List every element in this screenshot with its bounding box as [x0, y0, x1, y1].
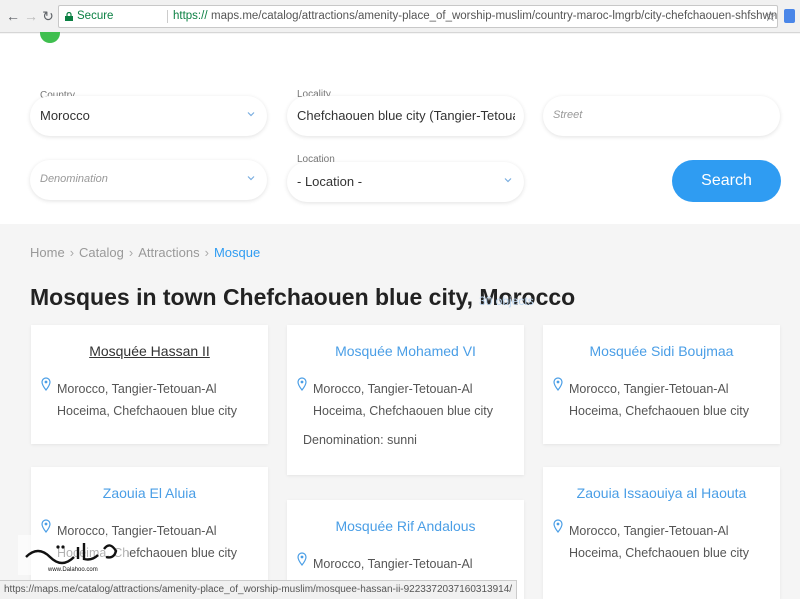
country-value: Morocco: [40, 108, 90, 123]
card-title-link[interactable]: Mosquée Mohamed VI: [287, 343, 524, 359]
watermark-text: www.Dalahoo.com: [47, 567, 98, 573]
card-denomination: Denomination: sunni: [303, 433, 417, 447]
card-address: Morocco, Tangier-Tetouan-Al Hoceima, Che…: [569, 382, 749, 418]
watermark-logo: www.Dalahoo.com: [18, 535, 128, 575]
location-pin-icon: [553, 377, 563, 391]
secure-label: Secure: [77, 10, 114, 22]
url-divider: [167, 10, 168, 23]
street-input[interactable]: Street: [543, 96, 780, 136]
lock-icon: [65, 12, 73, 21]
card-title-link[interactable]: Zaouia El Aluia: [31, 485, 268, 501]
chevron-right-icon: ›: [128, 245, 134, 260]
reload-icon[interactable]: ↻: [40, 8, 56, 24]
location-pin-icon: [297, 377, 307, 391]
breadcrumb-catalog[interactable]: Catalog: [79, 245, 124, 260]
location-pin-icon: [553, 519, 563, 533]
breadcrumb-attractions[interactable]: Attractions: [138, 245, 199, 260]
country-select[interactable]: Morocco: [30, 96, 267, 136]
locality-input[interactable]: Chefchaouen blue city (Tangier-Tetouan-A…: [287, 96, 524, 136]
location-value: - Location -: [297, 174, 363, 189]
forward-arrow-icon[interactable]: →: [23, 8, 39, 24]
url-protocol: https://: [173, 10, 208, 22]
card-title-link[interactable]: Mosquée Hassan II: [31, 343, 268, 359]
status-bar-url: https://maps.me/catalog/attractions/amen…: [0, 580, 518, 599]
location-pin-icon: [41, 519, 51, 533]
chevron-right-icon: ›: [69, 245, 75, 260]
breadcrumb-home[interactable]: Home: [30, 245, 65, 260]
breadcrumb-current: Mosque: [213, 245, 261, 260]
place-card[interactable]: Mosquée Hassan II Morocco, Tangier-Tetou…: [31, 325, 268, 444]
place-card[interactable]: Mosquée Mohamed VI Morocco, Tangier-Teto…: [287, 325, 524, 475]
location-pin-icon: [297, 552, 307, 566]
filter-panel: Country Morocco Locality Chefchaouen blu…: [0, 32, 800, 224]
breadcrumb: Home › Catalog › Attractions › Mosque: [30, 245, 260, 260]
chevron-down-icon: [247, 176, 255, 181]
back-arrow-icon[interactable]: ←: [5, 8, 21, 24]
place-card[interactable]: Zaouia Issaouiya al Haouta Morocco, Tang…: [543, 467, 780, 599]
denomination-placeholder: Denomination: [40, 173, 108, 185]
star-icon[interactable]: ☆: [764, 8, 777, 24]
card-title-link[interactable]: Mosquée Rif Andalous: [287, 518, 524, 534]
extension-icon[interactable]: [784, 9, 795, 23]
card-title-link[interactable]: Mosquée Sidi Boujmaa: [543, 343, 780, 359]
address-bar[interactable]: Secure https:// maps.me/catalog/attracti…: [58, 5, 778, 28]
chevron-down-icon: [504, 178, 512, 183]
card-address: Morocco, Tangier-Tetouan-Al Hoceima, Che…: [313, 382, 493, 418]
chevron-down-icon: [247, 112, 255, 117]
locality-value: Chefchaouen blue city (Tangier-Tetouan-A…: [297, 108, 515, 123]
card-address: Morocco, Tangier-Tetouan-Al Hoceima, Che…: [57, 382, 237, 418]
chevron-right-icon: ›: [204, 245, 209, 260]
location-pin-icon: [41, 377, 51, 391]
browser-toolbar: ← → ↻ Secure https:// maps.me/catalog/at…: [0, 0, 800, 33]
card-address: Morocco, Tangier-Tetouan-Al Hoceima, Che…: [569, 524, 749, 560]
street-placeholder: Street: [553, 109, 583, 121]
denomination-select[interactable]: Denomination: [30, 160, 267, 200]
logo-fragment: [40, 32, 60, 43]
place-card[interactable]: Mosquée Sidi Boujmaa Morocco, Tangier-Te…: [543, 325, 780, 444]
search-button[interactable]: Search: [672, 160, 781, 202]
url-path: maps.me/catalog/attractions/amenity-plac…: [211, 10, 778, 22]
object-count: 30 objects: [479, 294, 534, 308]
location-select[interactable]: - Location -: [287, 162, 524, 202]
card-title-link[interactable]: Zaouia Issaouiya al Haouta: [543, 485, 780, 501]
